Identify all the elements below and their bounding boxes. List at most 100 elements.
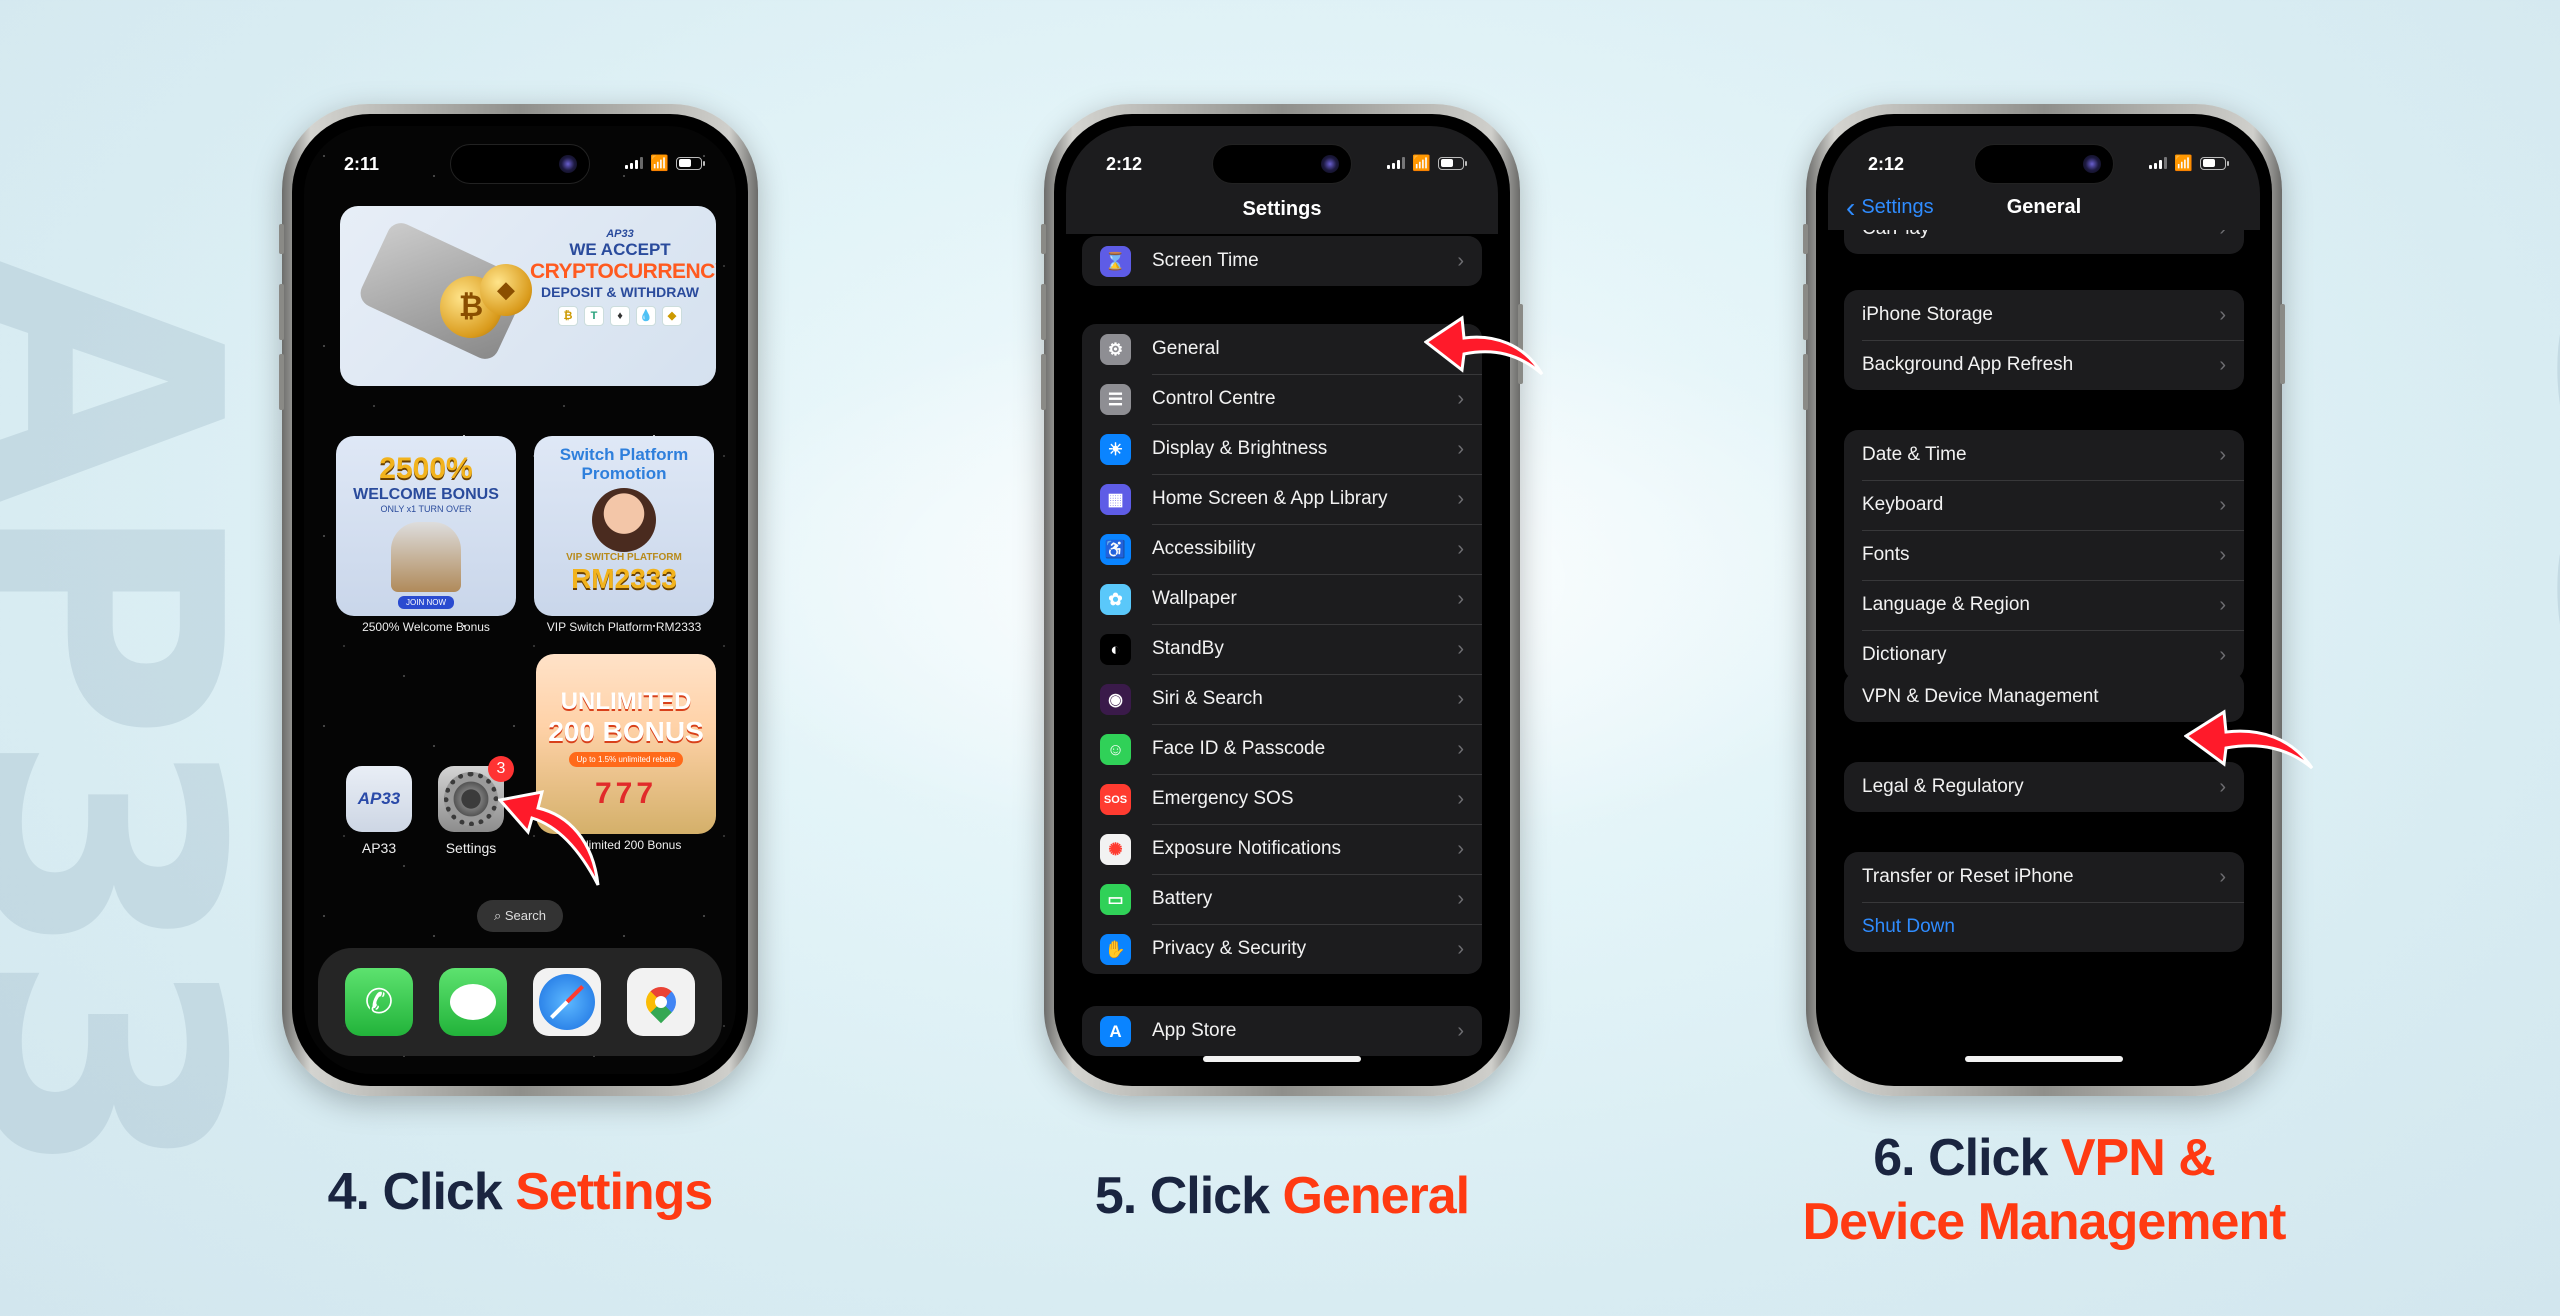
step-verb: Click xyxy=(382,1163,502,1221)
chevron-right-icon: › xyxy=(2219,775,2226,798)
crypto-line-2: CRYPTOCURRENCY xyxy=(530,260,716,283)
page-title: General xyxy=(2006,196,2082,218)
promo-model-image xyxy=(592,488,656,552)
settings-row-language-and-region[interactable]: Language & Region › xyxy=(1844,580,2244,630)
settings-row-general[interactable]: ⚙General› xyxy=(1082,324,1482,374)
cellular-signal-icon xyxy=(2149,157,2168,169)
settings-row-battery[interactable]: ▭ Battery › xyxy=(1082,874,1482,924)
row-label: Fonts xyxy=(1862,544,1910,565)
accessibility-icon: ♿ xyxy=(1100,534,1131,565)
volume-down-button xyxy=(1803,354,1808,410)
crypto-promo-widget[interactable]: ₿ ◆ AP33 WE ACCEPT CRYPTOCURRENCY DEPOSI… xyxy=(340,206,716,386)
google-maps-app-icon[interactable] xyxy=(627,968,695,1036)
settings-group-main: ⚙ General › ☰ Control Centre › ☀ Display & Brig… xyxy=(1082,324,1482,974)
map-pin-icon xyxy=(639,980,683,1024)
btc-chip-icon: ₿ xyxy=(558,306,578,326)
chevron-right-icon: › xyxy=(2219,303,2226,326)
join-now-button[interactable]: JOIN NOW xyxy=(398,596,454,609)
chevron-right-icon: › xyxy=(2219,643,2226,666)
chevron-right-icon: › xyxy=(2219,593,2226,616)
hand-icon: ✋ xyxy=(1100,934,1131,965)
row-label: Face ID & Passcode xyxy=(1152,738,1326,759)
general-group-reset: Transfer or Reset iPhone › Shut Down xyxy=(1844,852,2244,952)
row-label: App Store xyxy=(1152,1020,1237,1041)
speech-bubble-icon xyxy=(450,984,496,1020)
row-label: StandBy xyxy=(1152,638,1224,659)
settings-row-keyboard[interactable]: Keyboard › xyxy=(1844,480,2244,530)
settings-row-emergency-sos[interactable]: SOS Emergency SOS › xyxy=(1082,774,1482,824)
chevron-right-icon: › xyxy=(1457,587,1464,610)
home-indicator[interactable] xyxy=(1203,1056,1361,1062)
crypto-line-3: DEPOSIT & WITHDRAW xyxy=(541,284,699,300)
row-label: Battery xyxy=(1152,888,1213,909)
settings-row-display-and-brightness[interactable]: ☀ Display & Brightness › xyxy=(1082,424,1482,474)
page-title: Settings xyxy=(1242,198,1322,220)
crypto-coin-chips: ₿ T ♦ 💧 ◆ xyxy=(530,306,710,326)
settings-row-screen-time[interactable]: ⌛ Screen Time › xyxy=(1082,236,1482,286)
settings-row-iphone-storage[interactable]: iPhone Storage › xyxy=(1844,290,2244,340)
step-verb: Click xyxy=(1928,1129,2048,1187)
welcome-sub: ONLY x1 TURN OVER xyxy=(380,504,472,514)
home-indicator[interactable] xyxy=(1965,1056,2123,1062)
row-label: Wallpaper xyxy=(1152,588,1237,609)
settings-row-accessibility[interactable]: ♿ Accessibility › xyxy=(1082,524,1482,574)
volume-down-button xyxy=(279,354,284,410)
messages-app-icon[interactable] xyxy=(439,968,507,1036)
settings-row-app-store[interactable]: A App Store › xyxy=(1082,1006,1482,1056)
shut-down-button[interactable]: Shut Down xyxy=(1844,902,2244,952)
camera-icon xyxy=(2083,155,2101,173)
sun-icon: ☀ xyxy=(1100,434,1131,465)
settings-row-background-app-refresh[interactable]: Background App Refresh › xyxy=(1844,340,2244,390)
status-time: 2:11 xyxy=(344,154,380,174)
siri-icon: ◉ xyxy=(1100,684,1131,715)
settings-row-standby[interactable]: ◐ StandBy › xyxy=(1082,624,1482,674)
chevron-right-icon: › xyxy=(1457,787,1464,810)
grid-icon: ▦ xyxy=(1100,484,1131,515)
vip-title: VIP SWITCH PLATFORM xyxy=(566,552,682,563)
settings-row-wallpaper[interactable]: ✿ Wallpaper › xyxy=(1082,574,1482,624)
ap33-app-icon[interactable]: AP33 xyxy=(346,766,412,832)
safari-app-icon[interactable] xyxy=(533,968,601,1036)
settings-row-face-id-and-passcode[interactable]: ☺ Face ID & Passcode › xyxy=(1082,724,1482,774)
settings-row-home-screen-and-app-library[interactable]: ▦ Home Screen & App Library › xyxy=(1082,474,1482,524)
chevron-right-icon: › xyxy=(2219,443,2226,466)
step-target-line-1: VPN & xyxy=(2060,1129,2216,1187)
settings-row-fonts[interactable]: Fonts › xyxy=(1844,530,2244,580)
ethereum-coin-icon: ◆ xyxy=(480,264,532,316)
row-label: Keyboard xyxy=(1862,494,1944,515)
compass-icon xyxy=(539,974,595,1030)
step-number: 5. xyxy=(1094,1167,1137,1225)
sos-icon: SOS xyxy=(1100,784,1131,815)
arrow-to-vpn-icon xyxy=(2184,709,2314,770)
step-verb: Click xyxy=(1149,1167,1270,1225)
settings-row-control-centre[interactable]: ☰ Control Centre › xyxy=(1082,374,1482,424)
settings-row-privacy-and-security[interactable]: ✋ Privacy & Security › xyxy=(1082,924,1482,974)
welcome-bonus-widget[interactable]: 2500% WELCOME BONUS ONLY x1 TURN OVER JO… xyxy=(336,436,516,616)
general-screen: 2:12 📶 ‹ Settings General CarPlay › xyxy=(1828,126,2260,1074)
vip-headline-1: Switch Platform xyxy=(559,445,689,464)
vip-switch-widget[interactable]: Switch Platform Promotion VIP SWITCH PLA… xyxy=(534,436,714,616)
camera-icon xyxy=(559,155,577,173)
step-target: Settings xyxy=(515,1163,713,1221)
volume-up-button xyxy=(1041,284,1046,340)
search-button[interactable]: ⌕ Search xyxy=(477,900,563,932)
settings-app-icon[interactable]: 3 xyxy=(438,756,514,832)
cellular-signal-icon xyxy=(1387,157,1406,169)
watermark-left: AP33 xyxy=(0,253,291,1171)
crypto-line-1: WE ACCEPT xyxy=(569,240,671,259)
face-id-icon: ☺ xyxy=(1100,734,1131,765)
welcome-bonus-label: 2500% Welcome Bonus xyxy=(362,620,490,634)
settings-row-date-and-time[interactable]: Date & Time › xyxy=(1844,430,2244,480)
chevron-right-icon: › xyxy=(1457,387,1464,410)
chevron-right-icon: › xyxy=(2219,543,2226,566)
settings-row-exposure-notifications[interactable]: ✺ Exposure Notifications › xyxy=(1082,824,1482,874)
step-number: 4. xyxy=(327,1163,370,1221)
row-label: Screen Time xyxy=(1152,250,1259,271)
row-label: Dictionary xyxy=(1862,644,1947,665)
settings-row-transfer-or-reset-iphone[interactable]: Transfer or Reset iPhone › xyxy=(1844,852,2244,902)
phone-app-icon[interactable]: ✆ xyxy=(345,968,413,1036)
vip-headline-2: Promotion xyxy=(581,464,667,483)
settings-row-siri-and-search[interactable]: ◉ Siri & Search › xyxy=(1082,674,1482,724)
dock: ✆ xyxy=(318,948,722,1056)
row-label: VPN & Device Management xyxy=(1862,686,2099,707)
